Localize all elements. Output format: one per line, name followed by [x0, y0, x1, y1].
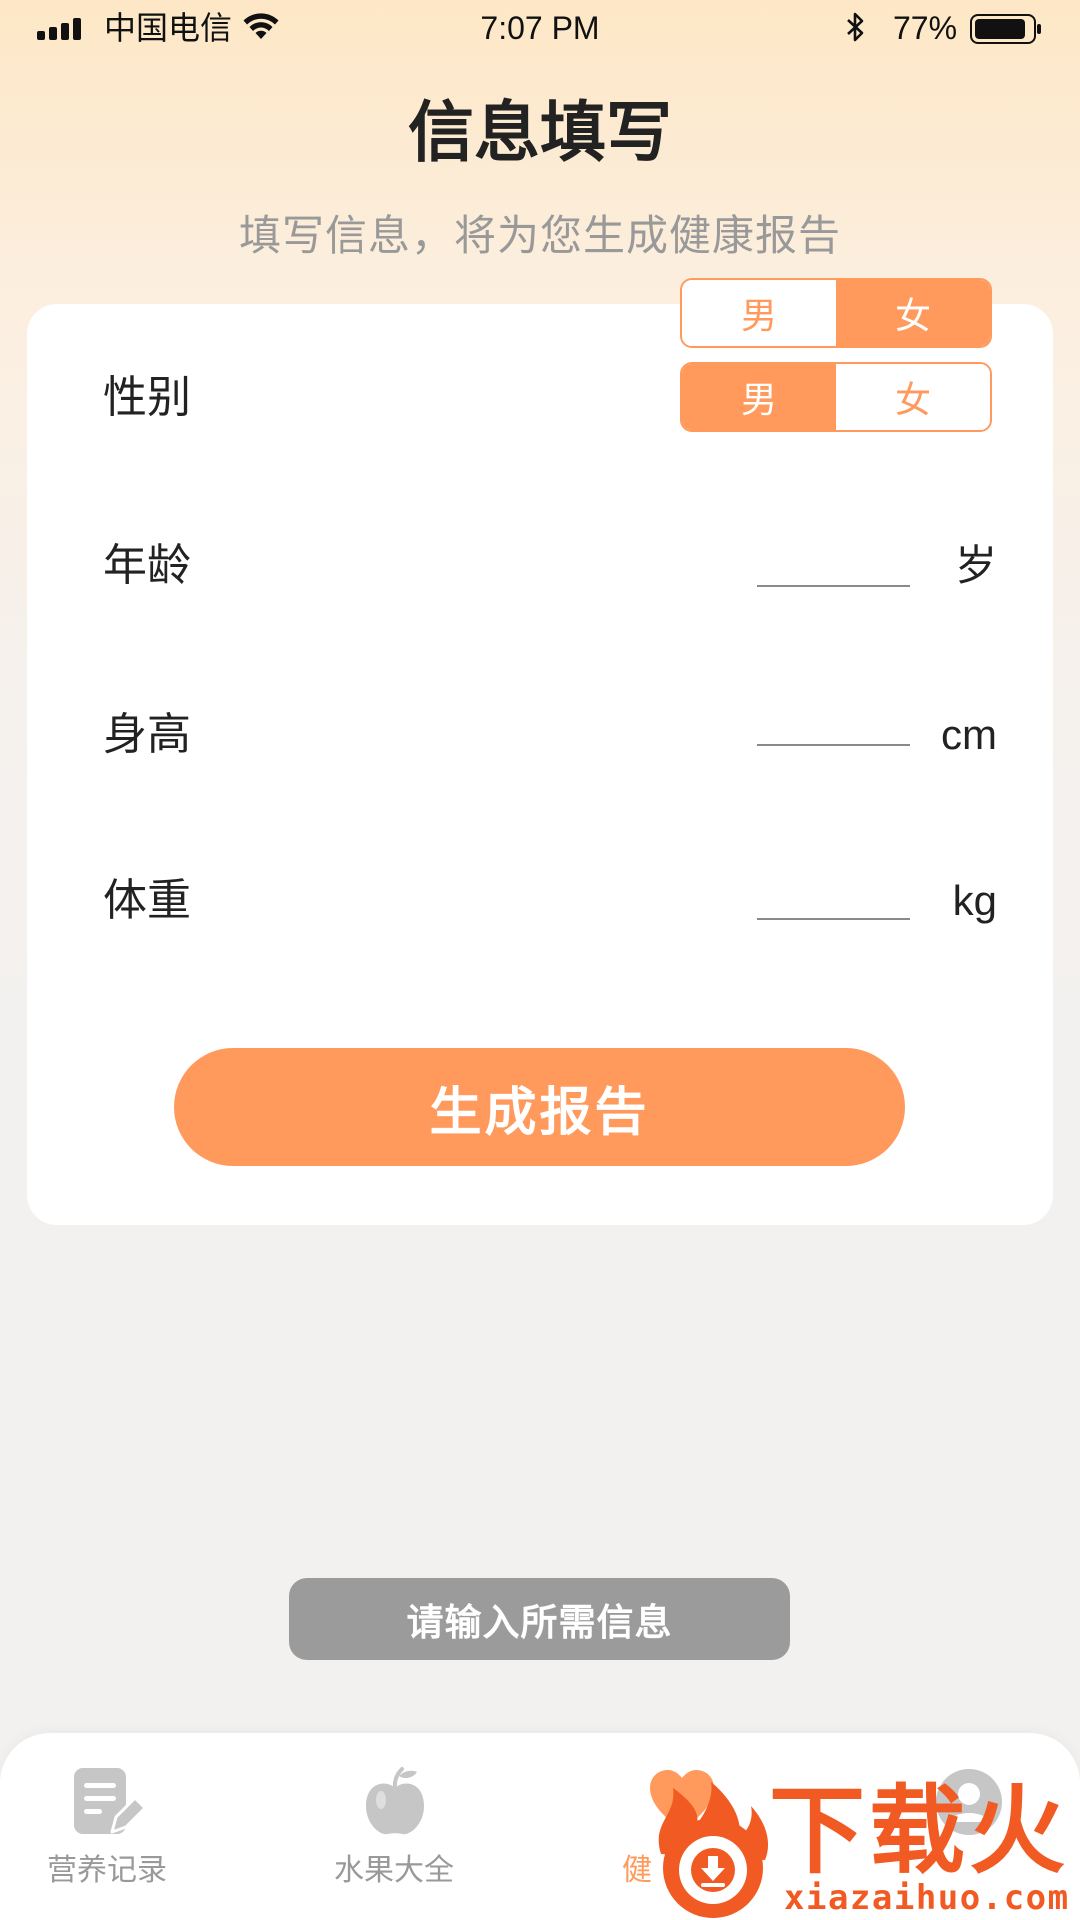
- weight-input[interactable]: [757, 870, 910, 920]
- page-title: 信息填写: [408, 95, 672, 169]
- info-form-card: 男 女 性别 男 女 年龄 岁 身高 cm 体重 kg 生成报告: [27, 278, 1053, 1225]
- generate-report-button[interactable]: 生成报告: [174, 1048, 905, 1166]
- battery-icon: [970, 14, 1041, 44]
- tab-fruit-encyclopedia[interactable]: 水果大全: [250, 1733, 540, 1920]
- status-bar: 中国电信 7:07 PM 77%: [0, 0, 1080, 60]
- weight-unit: kg: [952, 877, 997, 924]
- height-input[interactable]: [757, 696, 910, 746]
- apple-icon: [366, 1767, 424, 1835]
- tab-label: 营养记录: [47, 1854, 167, 1887]
- page-subtitle: 填写信息，将为您生成健康报告: [238, 212, 841, 259]
- gender-toggle[interactable]: 男 女: [680, 362, 992, 432]
- gender-toggle-overlay[interactable]: 男 女: [680, 278, 992, 348]
- gender-option-male[interactable]: 男: [682, 364, 836, 430]
- age-input[interactable]: [757, 537, 910, 587]
- heart-icon: [650, 1770, 714, 1830]
- gender-option-female[interactable]: 女: [836, 364, 990, 430]
- tab-profile[interactable]: [830, 1733, 1080, 1920]
- screen: 中国电信 7:07 PM 77% 信息填写 填写信息，将为您生成健康报告 男 女…: [0, 0, 1080, 1920]
- tab-nutrition-record[interactable]: 营养记录: [0, 1733, 250, 1920]
- tab-label: 健: [622, 1854, 652, 1887]
- gender-label: 性别: [103, 373, 191, 422]
- gender-option-female[interactable]: 女: [836, 280, 990, 346]
- age-label: 年龄: [103, 541, 191, 590]
- tab-label: 水果大全: [334, 1854, 454, 1887]
- height-unit: cm: [941, 711, 997, 758]
- toast-message: 请输入所需信息: [289, 1578, 790, 1660]
- gender-option-male[interactable]: 男: [682, 280, 836, 346]
- tab-health-report[interactable]: 健: [540, 1733, 830, 1920]
- note-edit-icon: [74, 1768, 147, 1834]
- battery-percent: 77%: [893, 10, 958, 46]
- weight-label: 体重: [103, 876, 191, 925]
- bluetooth-icon: [847, 12, 864, 42]
- tab-bar: 营养记录 水果大全 健: [0, 1733, 1080, 1920]
- avatar-icon: [936, 1769, 1002, 1835]
- age-unit: 岁: [954, 542, 997, 589]
- height-label: 身高: [103, 710, 191, 759]
